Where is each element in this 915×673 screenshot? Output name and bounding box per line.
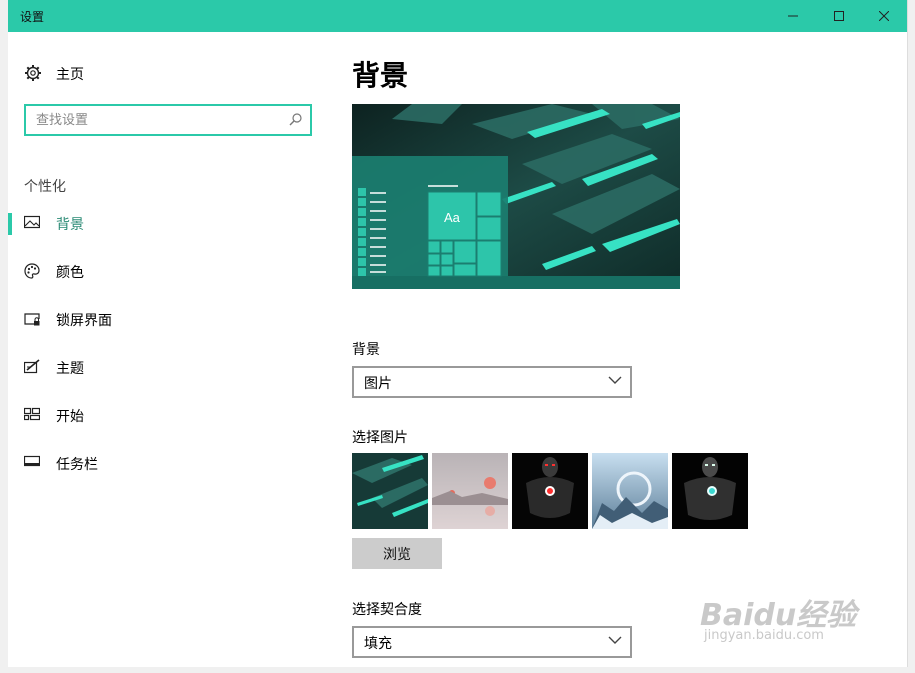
background-preview: Aa xyxy=(352,104,680,289)
sidebar-item-taskbar[interactable]: 任务栏 xyxy=(8,447,328,479)
sidebar-item-label: 背景 xyxy=(56,217,84,233)
sidebar-item-lock-screen[interactable]: 锁屏界面 xyxy=(8,303,328,335)
sidebar-item-label: 主题 xyxy=(56,361,84,377)
lock-screen-icon xyxy=(24,313,40,326)
sidebar-item-label: 颜色 xyxy=(56,265,84,281)
active-indicator xyxy=(8,213,12,235)
watermark-url: jingyan.baidu.com xyxy=(704,628,824,643)
picture-thumbnail[interactable] xyxy=(352,453,428,529)
thumbnail-image xyxy=(352,453,428,529)
background-dropdown[interactable]: 图片 xyxy=(352,366,632,398)
search-box[interactable] xyxy=(24,104,312,136)
choose-picture-label: 选择图片 xyxy=(352,430,408,446)
sidebar-item-label: 开始 xyxy=(56,409,84,425)
home-label: 主页 xyxy=(56,67,84,83)
thumbnail-image xyxy=(432,453,508,529)
theme-icon xyxy=(24,359,40,374)
choose-fit-label: 选择契合度 xyxy=(352,602,422,618)
picture-thumbnail[interactable] xyxy=(672,453,748,529)
maximize-button[interactable] xyxy=(816,0,862,32)
search-input[interactable] xyxy=(34,109,278,131)
search-icon xyxy=(289,113,302,126)
sidebar-item-background[interactable]: 背景 xyxy=(8,207,328,239)
start-icon xyxy=(24,407,40,421)
sidebar-item-themes[interactable]: 主题 xyxy=(8,351,328,383)
maximize-icon xyxy=(834,11,844,21)
section-personalization: 个性化 xyxy=(24,179,66,195)
close-icon xyxy=(879,11,889,21)
settings-window: 设置 主页 查找设置 个性化 背景 颜色 锁屏界面 主题 开始 任务栏 背景 A… xyxy=(8,0,908,667)
chevron-down-icon xyxy=(608,636,622,644)
thumbnail-image xyxy=(592,453,668,529)
baidu-watermark: Baidu经验 jingyan.baidu.com xyxy=(700,572,870,652)
minimize-icon xyxy=(788,15,798,17)
gear-icon xyxy=(25,65,41,81)
title-bar[interactable]: 设置 xyxy=(8,0,907,32)
chevron-down-icon xyxy=(608,376,622,384)
picture-thumbnail[interactable] xyxy=(592,453,668,529)
close-button[interactable] xyxy=(861,0,907,32)
picture-thumbnail[interactable] xyxy=(432,453,508,529)
preview-wallpaper: Aa xyxy=(352,104,680,289)
image-icon xyxy=(24,215,40,229)
browse-button[interactable]: 浏览 xyxy=(352,538,442,569)
minimize-button[interactable] xyxy=(770,0,816,32)
palette-icon xyxy=(24,263,40,279)
sidebar-item-label: 锁屏界面 xyxy=(56,313,112,329)
thumbnail-image xyxy=(512,453,588,529)
taskbar-icon xyxy=(24,455,40,467)
sidebar: 主页 个性化 背景 颜色 xyxy=(8,32,328,667)
fit-dropdown[interactable]: 填充 xyxy=(352,626,632,658)
background-dropdown-value: 图片 xyxy=(364,376,392,392)
background-label: 背景 xyxy=(352,342,380,358)
window-title: 设置 xyxy=(20,10,45,24)
sidebar-item-colors[interactable]: 颜色 xyxy=(8,255,328,287)
sidebar-item-start[interactable]: 开始 xyxy=(8,399,328,431)
home-nav[interactable]: 主页 xyxy=(24,62,314,86)
preview-tile-text: Aa xyxy=(444,210,461,225)
sidebar-item-label: 任务栏 xyxy=(56,457,98,473)
page-title: 背景 xyxy=(352,59,409,92)
picture-thumbnail[interactable] xyxy=(512,453,588,529)
thumbnail-image xyxy=(672,453,748,529)
fit-dropdown-value: 填充 xyxy=(364,636,392,652)
